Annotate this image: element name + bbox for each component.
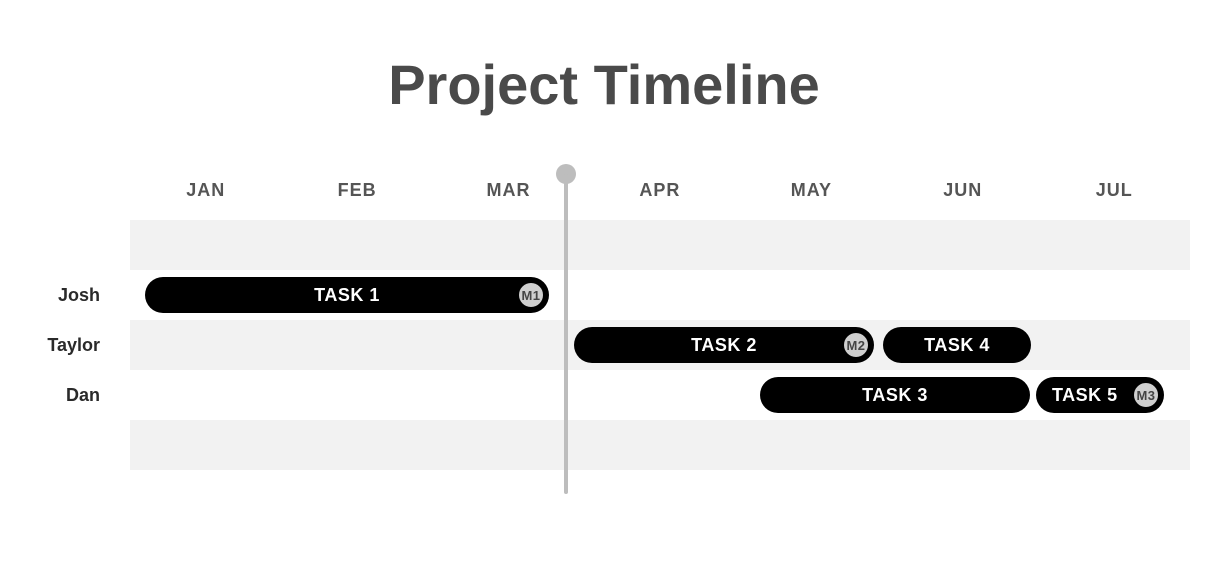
month-label: FEB bbox=[281, 170, 432, 210]
task-label: TASK 5 bbox=[1052, 385, 1118, 406]
month-label: JAN bbox=[130, 170, 281, 210]
month-label: APR bbox=[584, 170, 735, 210]
row-label: Dan bbox=[0, 370, 110, 420]
month-label: JUL bbox=[1039, 170, 1190, 210]
task-bar-task5: TASK 5 M3 bbox=[1036, 377, 1164, 413]
month-label: JUN bbox=[887, 170, 1038, 210]
task-bar-task3: TASK 3 bbox=[760, 377, 1030, 413]
gantt-chart: JAN FEB MAR APR MAY JUN JUL TASK 1 M1 TA… bbox=[0, 170, 1208, 550]
chart-title: Project Timeline bbox=[0, 52, 1208, 117]
task-label: TASK 3 bbox=[862, 385, 928, 406]
month-label: MAY bbox=[736, 170, 887, 210]
milestone-badge: M3 bbox=[1132, 381, 1160, 409]
month-axis: JAN FEB MAR APR MAY JUN JUL bbox=[130, 170, 1190, 210]
